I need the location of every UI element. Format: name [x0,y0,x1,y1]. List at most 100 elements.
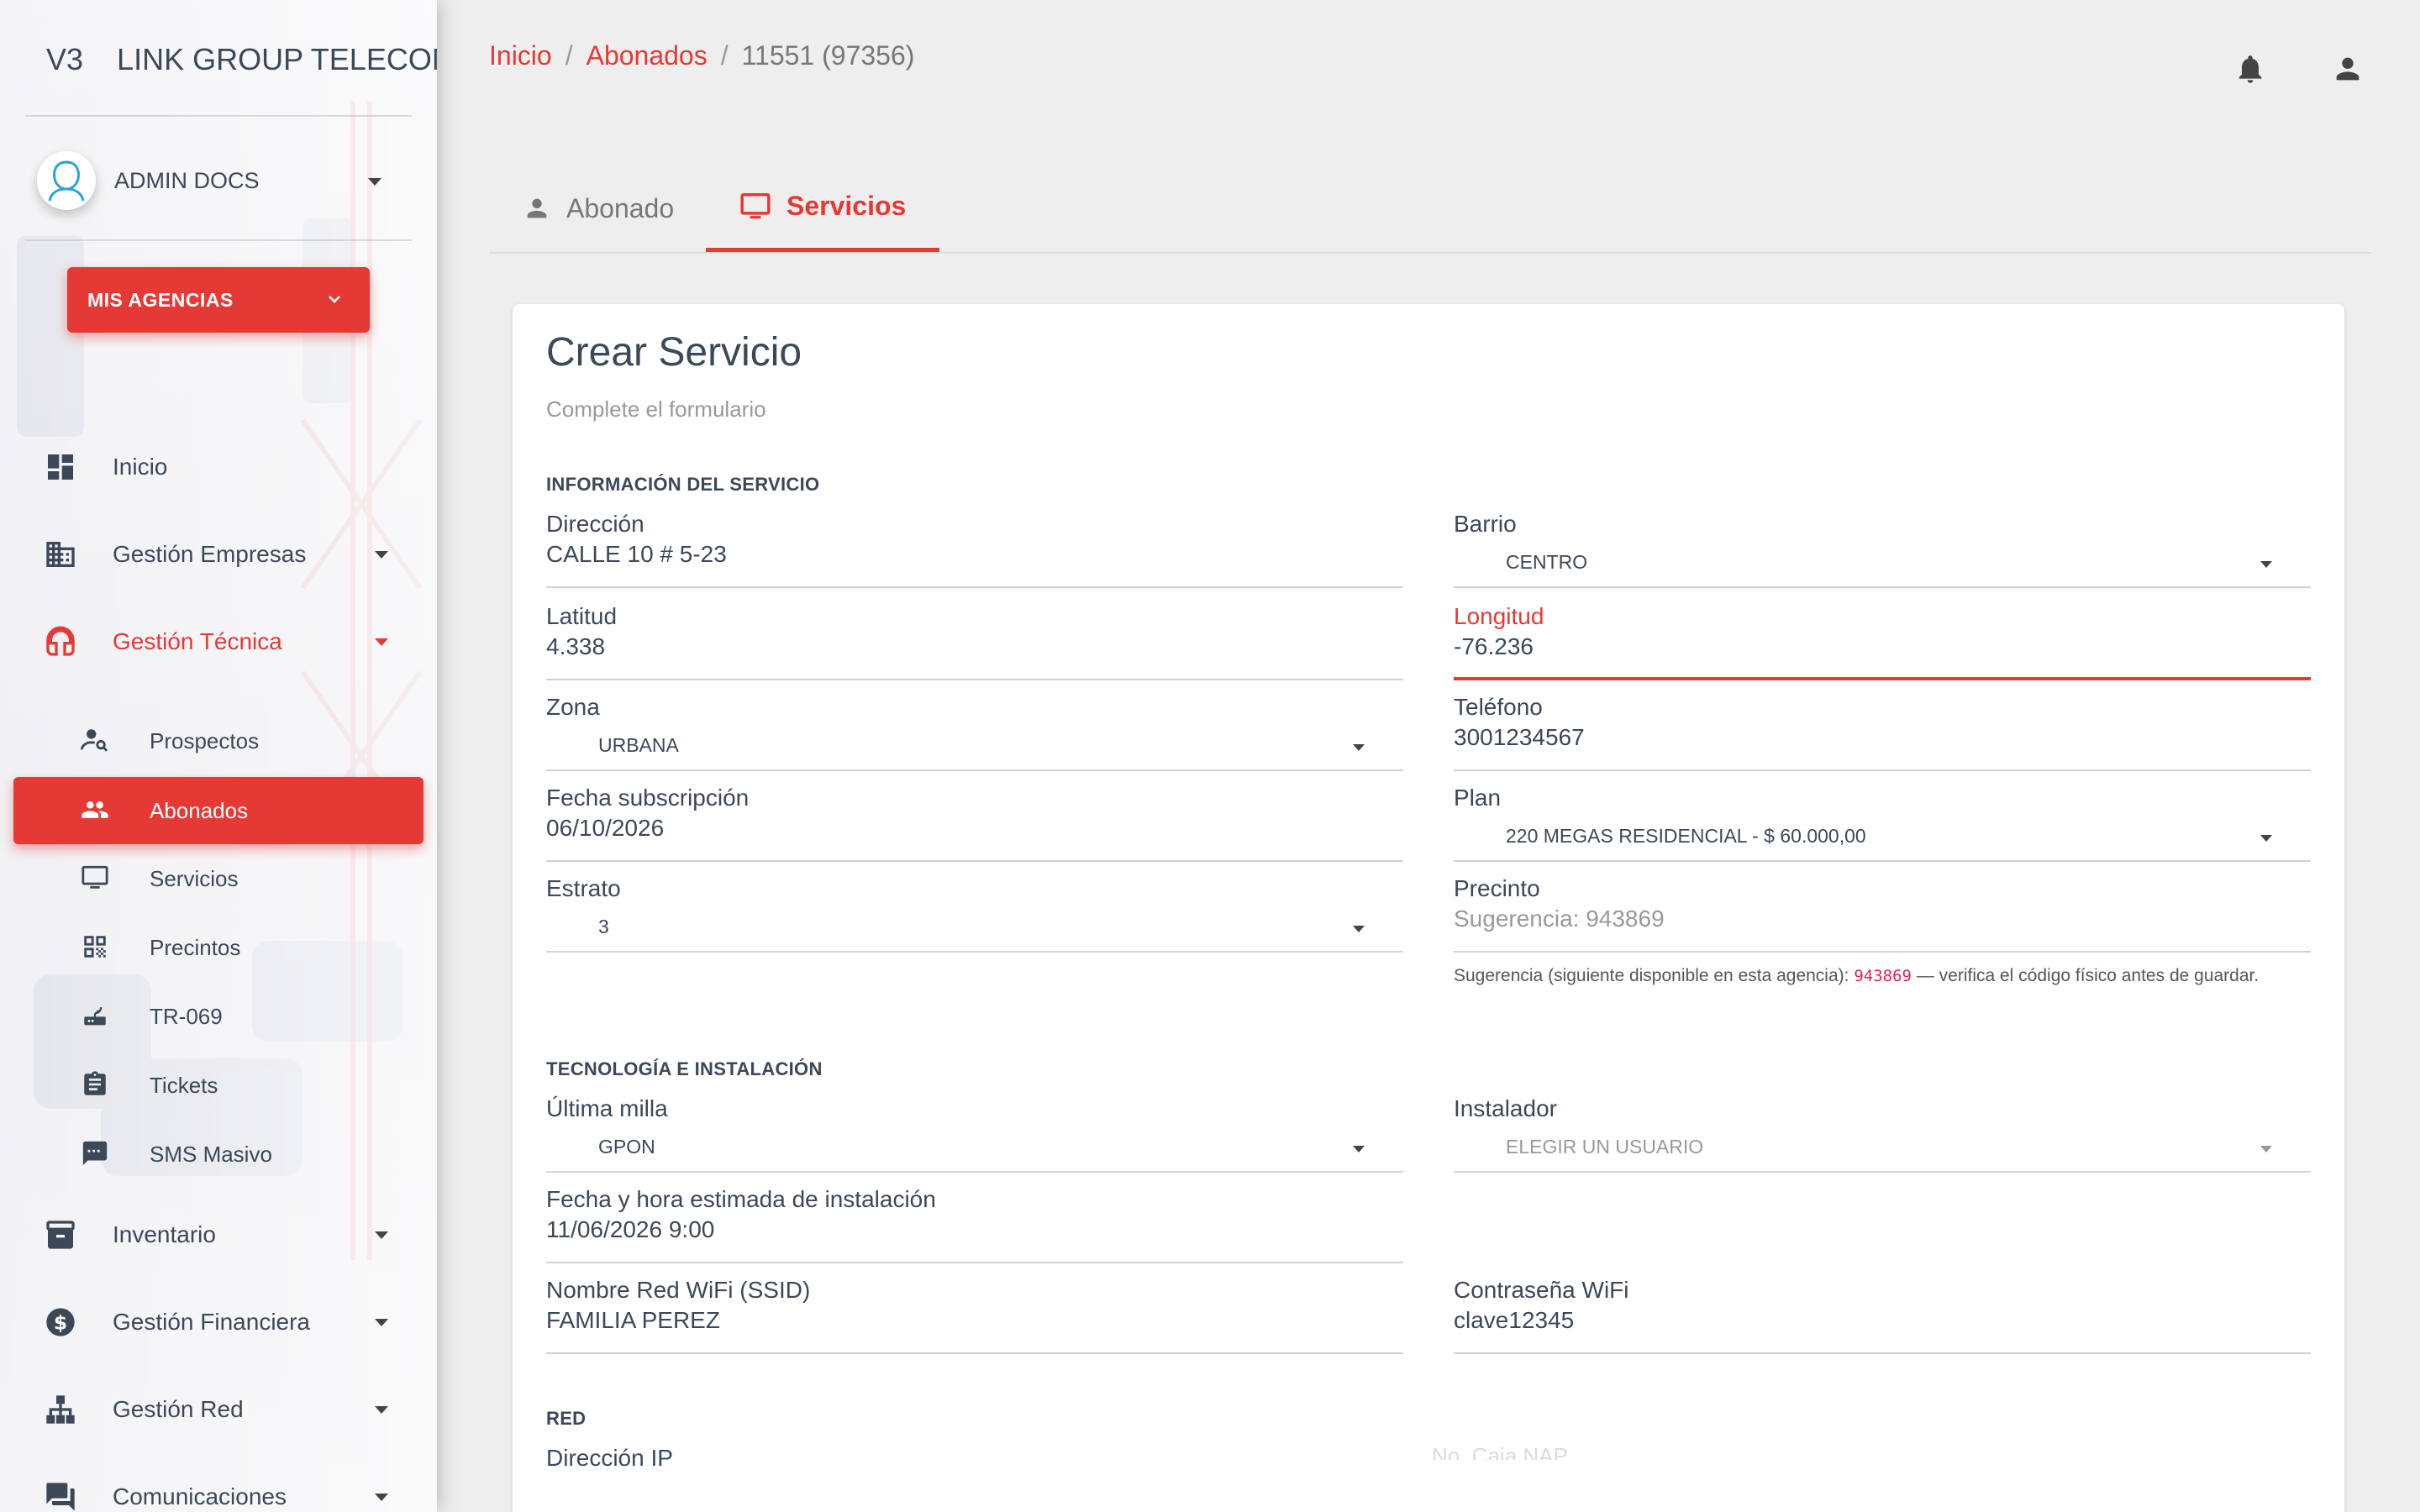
sidebar-subitem-label: Precintos [150,935,241,960]
tab-servicios[interactable]: Servicios [706,165,940,252]
chevron-down-icon [1353,744,1365,751]
section-title-info: INFORMACIÓN DEL SERVICIO [546,474,820,495]
estrato-select[interactable]: Estrato 3 [546,875,1403,953]
latitud-field[interactable]: Latitud 4.338 [546,603,1403,680]
sidebar-subitem-tickets[interactable]: Tickets [13,1052,424,1119]
sidebar-subitem-sms-masivo[interactable]: SMS Masivo [13,1121,424,1188]
sidebar-item-label: Comunicaciones [113,1483,287,1509]
sidebar: V3 LINK GROUP TELECOMU ADMIN DOCS MIS AGE… [0,0,437,1512]
sidebar-subitem-servicios[interactable]: Servicios [13,845,424,912]
monitor-icon [740,192,771,218]
sidebar-item-gestion-financiera[interactable]: $ Gestión Financiera [0,1289,437,1356]
person-icon [527,198,547,218]
chevron-down-icon [375,1319,388,1326]
wifi-ssid-field[interactable]: Nombre Red WiFi (SSID) FAMILIA PEREZ [546,1277,1403,1354]
breadcrumb: Inicio / Abonados / 11551 (97356) [489,40,914,71]
sidebar-item-inicio[interactable]: Inicio [0,433,437,501]
user-name: ADMIN DOCS [114,168,260,193]
select-value: 220 MEGAS RESIDENCIAL - $ 60.000,00 [1506,825,1866,847]
sidebar-item-label: Inventario [113,1221,216,1247]
ip-address-field[interactable]: Dirección IP [546,1445,1403,1512]
people-icon [82,801,108,818]
precinto-field[interactable]: Precinto Sugerencia: 943869 [1454,875,2311,953]
field-value: CALLE 10 # 5-23 [546,541,727,567]
sidebar-subitem-label: Servicios [150,866,239,891]
field-value: clave12345 [1454,1307,1575,1333]
telefono-field[interactable]: Teléfono 3001234567 [1454,694,2311,771]
instalador-select[interactable]: Instalador ELEGIR UN USUARIO [1454,1095,2311,1173]
breadcrumb-separator: / [720,40,729,71]
chevron-down-icon [2260,835,2272,842]
sidebar-subitem-precintos[interactable]: Precintos [13,914,424,981]
bell-icon[interactable] [2233,52,2267,86]
forum-icon [46,1483,75,1511]
logo-version: V3 [46,42,84,76]
chevron-down-icon [1353,1146,1365,1152]
my-agencies-button[interactable]: MIS AGENCIAS [67,267,370,333]
sidebar-item-gestion-tecnica[interactable]: Gestión Técnica [0,608,437,675]
barrio-select[interactable]: Barrio CENTRO [1454,511,2311,588]
field-label: Dirección [546,511,644,537]
select-placeholder: ELEGIR UN USUARIO [1506,1136,1704,1158]
field-label: Instalador [1454,1095,1557,1121]
field-label: Barrio [1454,511,1517,537]
chevron-down-icon [1353,926,1365,932]
wifi-password-field[interactable]: Contraseña WiFi clave12345 [1454,1277,2311,1354]
field-label: Dirección IP [546,1445,673,1471]
hint-text: Sugerencia (siguiente disponible en esta… [1454,966,1849,985]
sidebar-subitem-tr069[interactable]: TR-069 [13,983,424,1050]
field-value: 11/06/2026 9:00 [546,1216,715,1242]
field-label: Precinto [1454,875,1540,901]
person-search-icon [81,729,108,752]
user-avatar-icon [48,160,85,202]
sidebar-subitem-label: TR-069 [150,1004,223,1029]
sidebar-subitem-prospectos[interactable]: Prospectos [13,707,424,774]
sidebar-divider [25,239,412,241]
sidebar-item-comunicaciones[interactable]: Comunicaciones [0,1463,437,1512]
svg-text:$: $ [54,1310,67,1334]
dollar-icon: $ [46,1308,75,1336]
caja-nap-label: No. Caja NAP [1432,1443,1568,1460]
app-logo[interactable]: V3 LINK GROUP TELECOMU [46,42,437,77]
avatar [37,151,96,210]
fecha-instalacion-field[interactable]: Fecha y hora estimada de instalación 11/… [546,1186,1403,1263]
suggested-code: 943869 [1854,967,1912,985]
chevron-down-icon [329,296,340,303]
user-menu[interactable]: ADMIN DOCS [37,151,398,210]
direccion-field[interactable]: Dirección CALLE 10 # 5-23 [546,511,1403,588]
chevron-down-icon [375,1494,388,1501]
field-label: Fecha subscripción [546,785,750,811]
create-service-card: Crear Servicio Complete el formulario IN… [513,304,2344,1512]
sidebar-item-gestion-empresas[interactable]: Gestión Empresas [0,521,437,588]
account-icon[interactable] [2331,52,2365,86]
sidebar-item-inventario[interactable]: Inventario [0,1201,437,1268]
qr-code-icon [84,936,106,958]
archive-icon [46,1221,75,1249]
tab-abonado[interactable]: Abonado [523,165,674,252]
longitud-field[interactable]: Longitud -76.236 [1454,603,2311,680]
chevron-down-icon [375,551,388,559]
plan-select[interactable]: Plan 220 MEGAS RESIDENCIAL - $ 60.000,00 [1454,785,2311,862]
tab-bar: Abonado Servicios [489,165,2371,254]
select-value: GPON [598,1136,655,1158]
ultima-milla-select[interactable]: Última milla GPON [546,1095,1403,1173]
field-value: 3001234567 [1454,724,1585,750]
chevron-down-icon [368,178,381,186]
chevron-down-icon [2260,1146,2272,1152]
sidebar-divider [25,115,412,117]
section-title-tech: TECNOLOGÍA E INSTALACIÓN [546,1058,823,1079]
fecha-subscripcion-field[interactable]: Fecha subscripción 06/10/2026 [546,785,1403,862]
breadcrumb-abonados-link[interactable]: Abonados [587,40,708,71]
logo-text: LINK GROUP TELECOMU [117,42,437,76]
tab-label: Abonado [566,192,675,223]
field-label: Fecha y hora estimada de instalación [546,1186,936,1212]
zona-select[interactable]: Zona URBANA [546,694,1403,771]
sidebar-item-label: Inicio [113,454,168,480]
sidebar-item-gestion-red[interactable]: Gestión Red [0,1376,437,1443]
field-value: FAMILIA PEREZ [546,1307,720,1333]
dashboard-icon [48,454,73,480]
field-placeholder: Sugerencia: 943869 [1454,906,1665,932]
chevron-down-icon [375,1406,388,1414]
sidebar-subitem-abonados[interactable]: Abonados [13,777,424,844]
breadcrumb-home-link[interactable]: Inicio [489,40,552,71]
